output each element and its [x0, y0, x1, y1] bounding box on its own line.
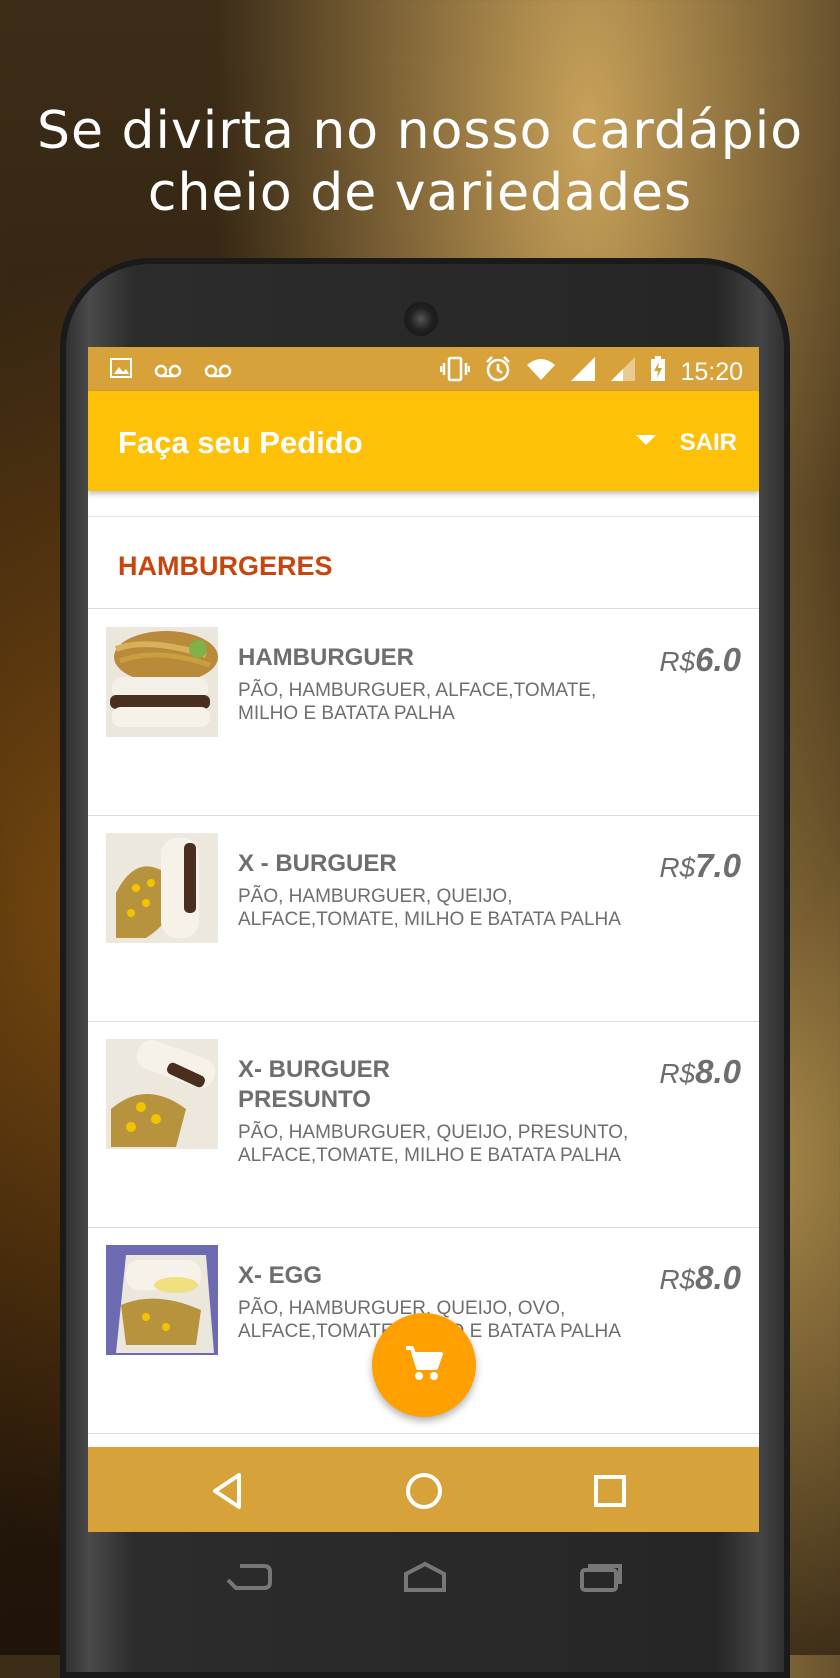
item-description: PÃO, HAMBURGUER, ALFACE,TOMATE, MILHO E … [238, 680, 597, 724]
back-icon[interactable] [203, 1467, 251, 1515]
food-image [106, 1245, 218, 1355]
menu-list[interactable]: HAMBURGERES HAMBURGUER PÃO, HAMBURGUER, … [88, 491, 759, 1448]
voicemail-icon [154, 357, 182, 385]
price-currency: R$ [659, 646, 696, 677]
logout-button[interactable]: SAIR [680, 429, 737, 457]
price-value: 8.0 [695, 1053, 741, 1090]
status-time: 15:20 [680, 358, 743, 386]
promo-headline: Se divirta no nosso cardápio cheio de va… [0, 100, 840, 224]
promo-headline-line1: Se divirta no nosso cardápio [36, 101, 804, 161]
signal-icon [570, 356, 596, 389]
app-screen: 15:20 Faça seu Pedido SAIR HAMBURGERES H… [88, 347, 759, 1532]
voicemail-icon [204, 357, 232, 385]
recents-icon[interactable] [586, 1467, 634, 1515]
hardware-home-icon [402, 1560, 448, 1600]
promo-headline-line2: cheio de variedades [147, 163, 693, 223]
food-image [106, 627, 218, 737]
item-price: R$8.0 [659, 1053, 741, 1091]
price-currency: R$ [659, 1264, 696, 1295]
price-currency: R$ [659, 852, 696, 883]
status-bar: 15:20 [88, 347, 759, 391]
price-value: 8.0 [695, 1259, 741, 1296]
item-price: R$6.0 [659, 641, 741, 679]
item-price: R$7.0 [659, 847, 741, 885]
category-title: HAMBURGERES [118, 551, 333, 581]
item-description: PÃO, HAMBURGUER, QUEIJO, ALFACE,TOMATE, … [238, 886, 621, 930]
item-name: X- EGG [238, 1262, 323, 1289]
hardware-recents-icon [578, 1560, 624, 1600]
price-value: 7.0 [695, 847, 741, 884]
list-item[interactable]: X - BURGUER PÃO, HAMBURGUER, QUEIJO, ALF… [88, 815, 759, 1022]
divider [88, 516, 759, 517]
item-name: X- BURGUER PRESUNTO [238, 1056, 391, 1113]
front-camera [404, 302, 438, 336]
price-currency: R$ [659, 1058, 696, 1089]
cart-button[interactable] [372, 1313, 476, 1417]
item-name: HAMBURGUER [238, 644, 414, 671]
item-name: X - BURGUER [238, 850, 397, 877]
food-image [106, 833, 218, 943]
navigation-bar [88, 1447, 759, 1532]
battery-charging-icon [650, 356, 666, 389]
app-bar: Faça seu Pedido SAIR [88, 391, 759, 491]
image-icon [110, 357, 132, 385]
hardware-back-icon [226, 1560, 272, 1600]
item-price: R$8.0 [659, 1259, 741, 1297]
vibrate-icon [440, 356, 471, 389]
list-item[interactable]: HAMBURGUER PÃO, HAMBURGUER, ALFACE,TOMAT… [88, 609, 759, 816]
list-item[interactable]: X- BURGUER PRESUNTO PÃO, HAMBURGUER, QUE… [88, 1021, 759, 1228]
food-image [106, 1039, 218, 1149]
cart-icon [404, 1344, 444, 1387]
wifi-icon [526, 357, 556, 388]
price-value: 6.0 [695, 641, 741, 678]
page-title: Faça seu Pedido [118, 425, 363, 460]
home-icon[interactable] [400, 1467, 448, 1515]
arrow-drop-down-icon[interactable] [626, 427, 666, 457]
alarm-icon [484, 355, 512, 390]
signal-icon [610, 356, 636, 389]
item-description: PÃO, HAMBURGUER, QUEIJO, PRESUNTO, ALFAC… [238, 1122, 629, 1166]
